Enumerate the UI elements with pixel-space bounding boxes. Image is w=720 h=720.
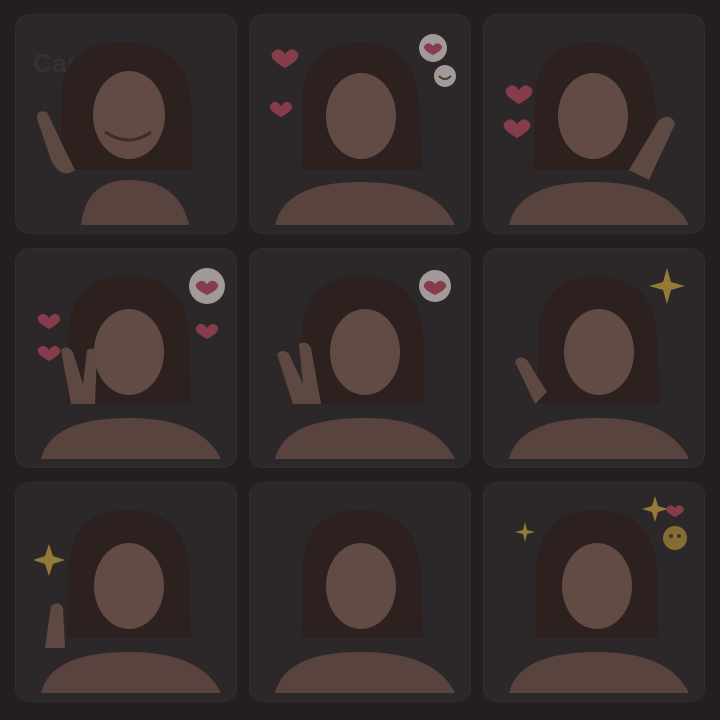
portrait-sticker [255, 254, 465, 462]
sticker-tile-5[interactable] [249, 248, 471, 468]
portrait-sticker [489, 488, 699, 696]
portrait-sticker [21, 488, 231, 696]
portrait-sticker [489, 254, 699, 462]
sticker-tile-2[interactable] [249, 14, 471, 234]
portrait-sticker [255, 488, 465, 696]
portrait-sticker [21, 254, 231, 462]
sticker-tile-7[interactable] [15, 482, 237, 702]
sticker-tile-4[interactable] [15, 248, 237, 468]
sticker-tile-1[interactable]: CapCut [15, 14, 237, 234]
sticker-tile-6[interactable] [483, 248, 705, 468]
portrait-sticker [21, 20, 231, 228]
sticker-tile-3[interactable] [483, 14, 705, 234]
portrait-sticker [489, 20, 699, 228]
sticker-grid: CapCut [0, 0, 720, 720]
portrait-sticker [255, 20, 465, 228]
sticker-tile-8[interactable] [249, 482, 471, 702]
sticker-tile-9[interactable] [483, 482, 705, 702]
